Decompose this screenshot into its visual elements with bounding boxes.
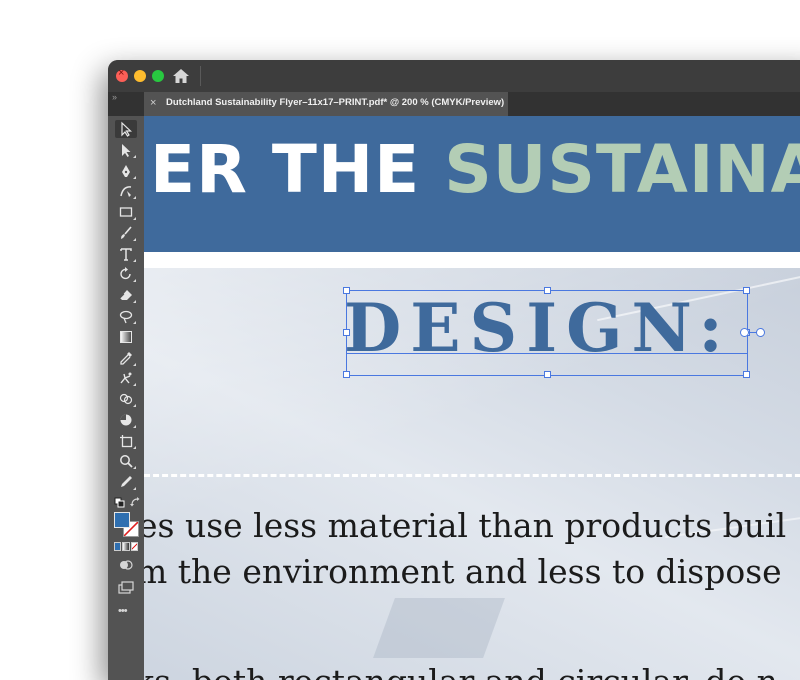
tools-panel: ••• xyxy=(108,116,144,680)
banner-headline: ER THE SUSTAINA xyxy=(150,130,800,210)
document-tab-bar: ›› × Dutchland Sustainability Flyer–11x1… xyxy=(108,92,800,116)
fill-swatch[interactable] xyxy=(114,512,130,528)
artboard-tool-icon[interactable] xyxy=(115,432,137,450)
gradient-tool-icon[interactable] xyxy=(115,328,137,346)
default-fill-stroke-icon[interactable] xyxy=(114,497,126,509)
maximize-window-button[interactable] xyxy=(152,70,164,82)
screen-mode-icon[interactable] xyxy=(118,581,134,595)
paintbrush-tool-icon[interactable] xyxy=(115,224,137,242)
color-mode-buttons xyxy=(114,542,138,551)
color-mode-icon[interactable] xyxy=(114,542,122,551)
body-text-line-1: es use less material than products buil xyxy=(144,506,787,545)
tab-close-icon[interactable]: × xyxy=(150,97,156,109)
zoom-tool-icon[interactable] xyxy=(115,452,137,470)
eyedropper-tool-icon[interactable] xyxy=(115,349,137,367)
design-heading[interactable]: DESIGN: xyxy=(344,288,732,368)
draw-mode-icon[interactable] xyxy=(118,559,134,571)
pen-tool-icon[interactable] xyxy=(115,162,137,180)
body-text-line-3: ks, both rectangular and circular, do n xyxy=(144,660,778,680)
home-icon[interactable] xyxy=(172,68,190,84)
eraser-tool-icon[interactable] xyxy=(115,286,137,304)
illustrator-window: ›› × Dutchland Sustainability Flyer–11x1… xyxy=(108,60,800,680)
dashed-divider xyxy=(144,474,800,477)
title-bar-divider xyxy=(200,66,201,86)
gradient-mode-icon[interactable] xyxy=(122,542,130,551)
rotate-tool-icon[interactable] xyxy=(115,265,137,283)
type-tool-icon[interactable] xyxy=(115,245,137,263)
panel-collapse-toggle[interactable]: ›› xyxy=(112,92,117,102)
minimize-window-button[interactable] xyxy=(134,70,146,82)
shape-builder-tool-icon[interactable] xyxy=(115,390,137,408)
knife-tool-icon[interactable] xyxy=(115,473,137,491)
header-banner: ER THE SUSTAINA xyxy=(144,116,800,252)
direct-selection-tool-icon[interactable] xyxy=(115,141,137,159)
curvature-tool-icon[interactable] xyxy=(115,182,137,200)
none-mode-icon[interactable] xyxy=(130,542,138,551)
banner-headline-green: SUSTAINA xyxy=(444,131,800,208)
document-canvas[interactable]: ER THE SUSTAINA DESIGN: es use less mate… xyxy=(144,116,800,680)
swap-fill-stroke-icon[interactable] xyxy=(130,497,141,508)
banner-headline-white: ER THE xyxy=(150,131,445,208)
in-port-handle[interactable] xyxy=(740,328,749,337)
lasso-tool-icon[interactable] xyxy=(115,307,137,325)
pie-graph-tool-icon[interactable] xyxy=(115,411,137,429)
title-bar xyxy=(108,60,800,92)
close-window-button[interactable] xyxy=(116,67,128,82)
tab-title: Dutchland Sustainability Flyer–11x17–PRI… xyxy=(166,97,505,108)
rectangle-tool-icon[interactable] xyxy=(115,203,137,221)
banner-divider-strip xyxy=(144,252,800,268)
selection-tool-icon[interactable] xyxy=(115,120,137,138)
body-text-line-2: m the environment and less to dispose xyxy=(144,552,782,591)
document-tab[interactable]: × Dutchland Sustainability Flyer–11x17–P… xyxy=(144,92,508,116)
out-port-handle[interactable] xyxy=(756,328,765,337)
puppet-warp-tool-icon[interactable] xyxy=(115,369,137,387)
edit-toolbar-more-icon[interactable]: ••• xyxy=(118,605,128,617)
